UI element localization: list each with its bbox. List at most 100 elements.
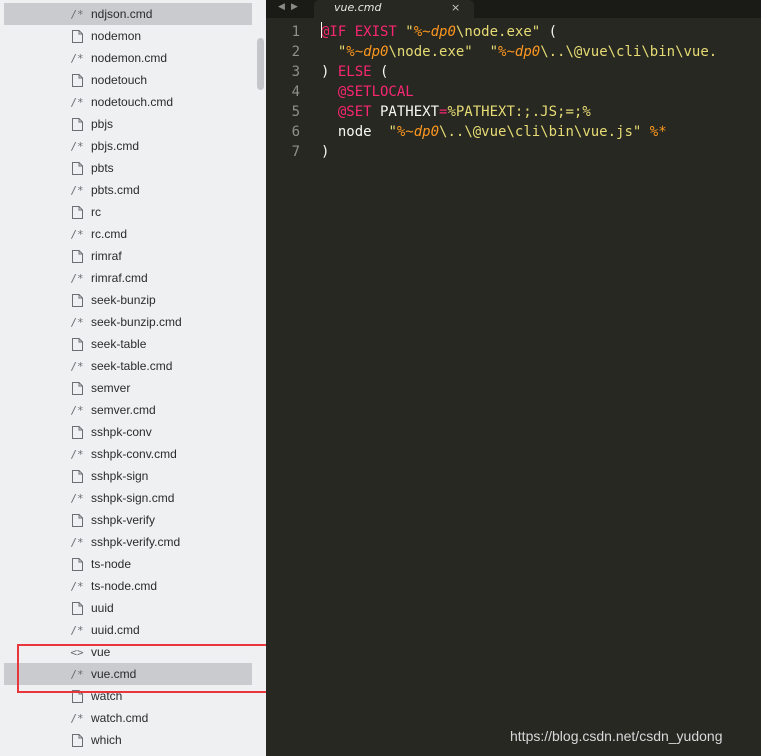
nav-forward-arrow-icon[interactable]: ▶: [291, 2, 298, 12]
file-item[interactable]: /* nodetouch.cmd: [4, 91, 252, 113]
document-icon: [68, 157, 86, 179]
file-name: seek-bunzip.cmd: [91, 315, 182, 329]
code-token: %~dp0: [498, 44, 541, 60]
file-item[interactable]: /* sshpk-verify.cmd: [4, 531, 252, 553]
file-item[interactable]: /* vue.cmd: [4, 663, 252, 685]
file-item[interactable]: /* pbts.cmd: [4, 179, 252, 201]
code-token: %*: [649, 124, 667, 140]
file-item[interactable]: /* sshpk-conv.cmd: [4, 443, 252, 465]
file-name: sshpk-verify: [91, 513, 156, 527]
line-number: 6: [291, 124, 300, 140]
file-item[interactable]: semver: [4, 377, 252, 399]
document-icon: [68, 685, 86, 707]
file-item[interactable]: nodemon: [4, 25, 252, 47]
file-item[interactable]: /* sshpk-sign.cmd: [4, 487, 252, 509]
file-item[interactable]: /* ndjson.cmd: [4, 3, 252, 25]
code-line[interactable]: 4 @SETLOCAL: [266, 82, 761, 102]
file-item[interactable]: /* semver.cmd: [4, 399, 252, 421]
code-editor[interactable]: 1 @IF EXIST "%~dp0\node.exe" (2 "%~dp0\no…: [266, 18, 761, 756]
file-item[interactable]: which: [4, 729, 252, 751]
code-token: ELSE: [337, 64, 372, 80]
line-code: "%~dp0\node.exe" "%~dp0\..\@vue\cli\bin\…: [321, 42, 717, 62]
line-code: @IF EXIST "%~dp0\node.exe" (: [321, 22, 557, 42]
document-icon: [68, 25, 86, 47]
document-icon: [68, 69, 86, 91]
file-name: sshpk-sign.cmd: [91, 491, 175, 505]
file-name: semver: [91, 381, 131, 395]
file-item[interactable]: /* rimraf.cmd: [4, 267, 252, 289]
line-code: ) ELSE (: [321, 62, 388, 82]
document-icon: [68, 289, 86, 311]
file-item[interactable]: sshpk-sign: [4, 465, 252, 487]
file-item[interactable]: pbjs: [4, 113, 252, 135]
file-item[interactable]: rc: [4, 201, 252, 223]
code-line[interactable]: 1 @IF EXIST "%~dp0\node.exe" (: [266, 22, 761, 42]
comment-file-icon: /*: [70, 315, 84, 329]
comment-file-icon: /*: [70, 403, 84, 417]
document-icon: [68, 201, 86, 223]
code-line[interactable]: 7): [266, 142, 761, 162]
file-item[interactable]: seek-bunzip: [4, 289, 252, 311]
file-item[interactable]: /* ts-node.cmd: [4, 575, 252, 597]
file-name: watch.cmd: [91, 711, 149, 725]
code-token: %PATHEXT:;.JS;=;%: [447, 104, 591, 120]
line-number: 4: [291, 84, 300, 100]
text-caret: [321, 22, 322, 38]
file-item[interactable]: nodetouch: [4, 69, 252, 91]
sidebar-scroll-thumb[interactable]: [257, 38, 264, 90]
code-token: \..\@vue\cli\bin\vue.: [540, 44, 718, 60]
file-name: nodemon: [91, 29, 142, 43]
file-item[interactable]: uuid: [4, 597, 252, 619]
code-token: %~dp0: [396, 124, 440, 140]
file-item[interactable]: /* watch.cmd: [4, 707, 252, 729]
line-number: 1: [291, 24, 300, 40]
code-token: %~dp0: [413, 24, 456, 40]
file-name: sshpk-conv: [91, 425, 152, 439]
file-item[interactable]: /* nodemon.cmd: [4, 47, 252, 69]
comment-file-icon: /*: [70, 227, 84, 241]
tab-close-icon[interactable]: ×: [451, 0, 460, 16]
comment-file-icon: /*: [70, 447, 84, 461]
code-token: \node.exe": [455, 24, 541, 40]
file-name: ts-node: [91, 557, 132, 571]
sidebar-scrollbar[interactable]: [255, 0, 266, 756]
tab-bar: ◀ ▶ vue.cmd ×: [266, 0, 761, 18]
nav-back-arrow-icon[interactable]: ◀: [278, 2, 285, 12]
file-name: sshpk-sign: [91, 469, 149, 483]
code-token: @IF EXIST: [321, 24, 406, 40]
comment-file-icon: /*: [70, 51, 84, 65]
file-item[interactable]: /* seek-table.cmd: [4, 355, 252, 377]
line-number: 3: [291, 64, 300, 80]
file-item[interactable]: ts-node: [4, 553, 252, 575]
file-item[interactable]: /* seek-bunzip.cmd: [4, 311, 252, 333]
file-item[interactable]: <> vue: [4, 641, 252, 663]
file-item[interactable]: /* rc.cmd: [4, 223, 252, 245]
comment-file-icon: /*: [70, 7, 84, 21]
file-item[interactable]: sshpk-verify: [4, 509, 252, 531]
line-number: 5: [291, 104, 300, 120]
code-line[interactable]: 6 node "%~dp0\..\@vue\cli\bin\vue.js" %*: [266, 122, 761, 142]
file-name: rimraf: [91, 249, 122, 263]
comment-file-icon: /*: [70, 711, 84, 725]
file-name: vue: [91, 645, 111, 659]
file-item[interactable]: /* uuid.cmd: [4, 619, 252, 641]
file-item[interactable]: rimraf: [4, 245, 252, 267]
code-line[interactable]: 2 "%~dp0\node.exe" "%~dp0\..\@vue\cli\bi…: [266, 42, 761, 62]
code-token: ): [321, 144, 330, 160]
tab-vue-cmd[interactable]: vue.cmd ×: [314, 0, 474, 18]
code-line[interactable]: 5 @SET PATHEXT=%PATHEXT:;.JS;=;%: [266, 102, 761, 122]
file-name: vue.cmd: [91, 667, 137, 681]
file-item[interactable]: seek-table: [4, 333, 252, 355]
line-code: @SETLOCAL: [321, 82, 414, 102]
file-item[interactable]: pbts: [4, 157, 252, 179]
file-item[interactable]: sshpk-conv: [4, 421, 252, 443]
code-line[interactable]: 3 ) ELSE (: [266, 62, 761, 82]
file-name: nodetouch: [91, 73, 148, 87]
document-icon: [68, 553, 86, 575]
file-item[interactable]: watch: [4, 685, 252, 707]
comment-file-icon: /*: [70, 183, 84, 197]
file-item[interactable]: /* pbjs.cmd: [4, 135, 252, 157]
code-token: (: [540, 24, 558, 40]
